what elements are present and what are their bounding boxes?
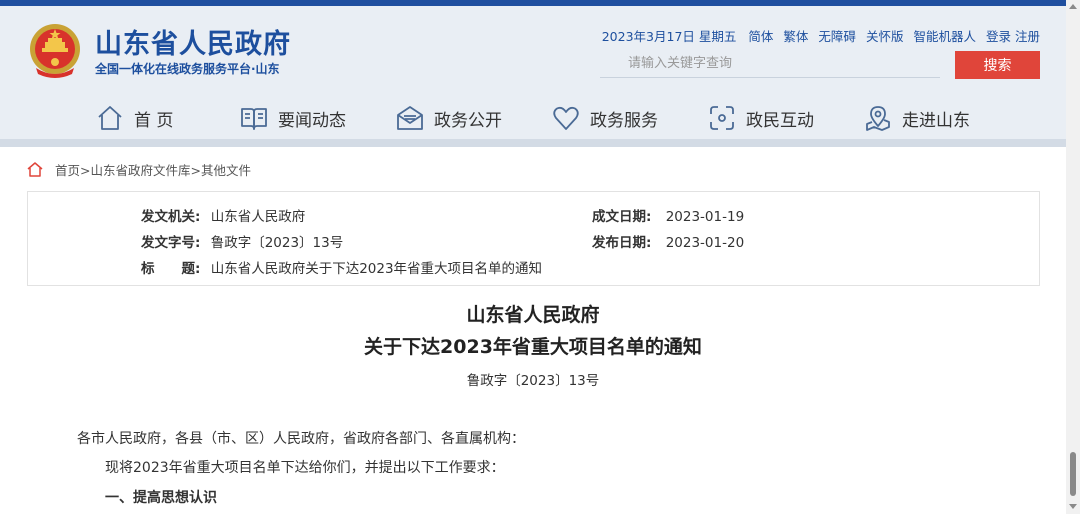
location-icon <box>866 106 890 131</box>
breadcrumb-separator: > <box>190 163 201 178</box>
breadcrumb-other-docs[interactable]: 其他文件 <box>201 163 251 178</box>
document-title-line2: 关于下达2023年省重大项目名单的通知 <box>364 336 702 358</box>
heart-icon <box>553 106 579 130</box>
interaction-icon <box>710 106 734 130</box>
current-date: 2023年3月17日 星期五 <box>601 29 737 44</box>
nav-item-interaction[interactable]: 政民互动 <box>708 98 814 138</box>
meta-written-value: 2023-01-19 <box>665 209 745 225</box>
breadcrumb: 首页>山东省政府文件库>其他文件 <box>27 160 251 179</box>
nav-item-gov-service[interactable]: 政务服务 <box>552 98 658 138</box>
home-icon <box>98 106 122 130</box>
scroll-up-icon[interactable] <box>1069 4 1077 9</box>
meta-title: 标 题: 山东省人民政府关于下达2023年省重大项目名单的通知 <box>141 257 542 277</box>
page-scrollbar[interactable] <box>1066 0 1080 514</box>
nav-label-interaction: 政民互动 <box>746 110 814 131</box>
meta-title-value: 山东省人民政府关于下达2023年省重大项目名单的通知 <box>210 261 543 277</box>
traditional-chinese-link[interactable]: 繁体 <box>783 26 808 45</box>
document-title-line1: 山东省人民政府 <box>466 304 600 326</box>
document-intro: 现将2023年省重大项目名单下达给你们，并提出以下工作要求： <box>105 460 505 476</box>
nav-item-news[interactable]: 要闻动态 <box>240 98 346 138</box>
document-salutation: 各市人民政府，各县（市、区）人民政府，省政府各部门、各直属机构： <box>77 431 525 447</box>
national-emblem-icon[interactable] <box>28 22 82 82</box>
nav-item-visit-shandong[interactable]: 走进山东 <box>864 98 970 138</box>
site-subtitle[interactable]: 全国一体化在线政务服务平台·山东 <box>95 60 280 77</box>
site-name[interactable]: 山东省人民政府 <box>95 22 291 61</box>
nav-label-visit-shandong: 走进山东 <box>902 110 970 131</box>
mail-icon <box>397 106 423 130</box>
meta-issuer-value: 山东省人民政府 <box>210 209 306 225</box>
meta-published-value: 2023-01-20 <box>665 235 745 251</box>
care-mode-link[interactable]: 关怀版 <box>866 26 904 45</box>
meta-docno: 发文字号: 鲁政字〔2023〕13号 <box>141 231 343 251</box>
nav-label-open-government: 政务公开 <box>434 110 502 131</box>
register-link[interactable]: 注册 <box>1015 26 1040 45</box>
breadcrumb-separator: > <box>80 163 91 178</box>
meta-written-label: 成文日期: <box>592 209 652 225</box>
breadcrumb-home[interactable]: 首页 <box>55 163 80 178</box>
meta-published-label: 发布日期: <box>592 235 652 251</box>
meta-docno-value: 鲁政字〔2023〕13号 <box>210 235 344 251</box>
header-divider <box>0 139 1080 147</box>
search-input[interactable] <box>600 50 940 78</box>
section-heading: 一、提高思想认识 <box>105 490 217 506</box>
main-nav: 首 页 要闻动态 政务公开 政务服务 政民互动 走进山东 <box>0 98 1080 138</box>
smart-robot-link[interactable]: 智能机器人 <box>913 26 976 45</box>
nav-label-gov-service: 政务服务 <box>590 110 658 131</box>
search-button[interactable]: 搜索 <box>955 51 1040 79</box>
scrollbar-thumb[interactable] <box>1070 452 1076 496</box>
document-number: 鲁政字〔2023〕13号 <box>466 373 600 389</box>
home-icon[interactable] <box>27 162 43 177</box>
login-link[interactable]: 登录 <box>986 26 1011 45</box>
accessibility-link[interactable]: 无障碍 <box>818 26 856 45</box>
meta-written-date: 成文日期: 2023-01-19 <box>592 205 744 225</box>
meta-published-date: 发布日期: 2023-01-20 <box>592 231 744 251</box>
meta-issuer-label: 发文机关: <box>141 209 201 225</box>
site-header: 山东省人民政府 全国一体化在线政务服务平台·山东 2023年3月17日 星期五 … <box>0 6 1080 147</box>
scroll-down-icon[interactable] <box>1069 504 1077 509</box>
nav-item-home[interactable]: 首 页 <box>96 98 173 138</box>
utility-bar: 2023年3月17日 星期五 简体 繁体 无障碍 关怀版 智能机器人 登录 注册 <box>602 26 1040 45</box>
breadcrumb-doc-library[interactable]: 山东省政府文件库 <box>91 163 191 178</box>
nav-label-news: 要闻动态 <box>278 110 346 131</box>
meta-title-label: 标 题: <box>141 261 201 277</box>
simplified-chinese-link[interactable]: 简体 <box>748 26 773 45</box>
book-icon <box>241 108 267 130</box>
meta-issuer: 发文机关: 山东省人民政府 <box>141 205 305 225</box>
nav-label-home: 首 页 <box>134 110 174 131</box>
meta-docno-label: 发文字号: <box>141 235 201 251</box>
nav-item-open-government[interactable]: 政务公开 <box>396 98 502 138</box>
document-meta-box: 发文机关: 山东省人民政府 发文字号: 鲁政字〔2023〕13号 标 题: 山东… <box>27 191 1040 286</box>
